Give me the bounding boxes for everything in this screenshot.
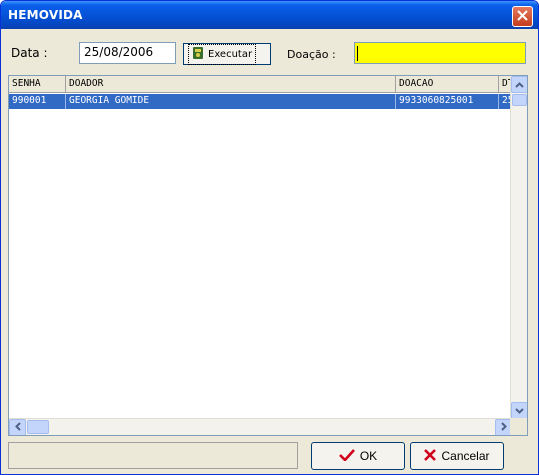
horizontal-scroll-thumb[interactable] — [27, 420, 49, 434]
date-label: Data : — [11, 46, 48, 60]
status-bar — [8, 442, 298, 469]
text-cursor — [357, 46, 358, 61]
title-bar[interactable]: HEMOVIDA — [1, 1, 538, 29]
scroll-up-button[interactable] — [511, 76, 527, 93]
grid-header: SENHA DOADOR DOACAO DT — [9, 76, 516, 93]
ok-button[interactable]: OK — [311, 442, 405, 470]
cancel-label: Cancelar — [441, 449, 490, 463]
chevron-down-icon — [515, 404, 524, 417]
cell-doacao: 9933060825001 — [396, 94, 499, 109]
vertical-scrollbar[interactable] — [510, 76, 527, 419]
scrollbar-corner — [510, 418, 527, 435]
horizontal-scrollbar[interactable] — [9, 418, 512, 435]
cell-senha: 990001 — [9, 94, 66, 109]
doacao-label: Doação : — [287, 48, 336, 61]
execute-label: Executar — [208, 48, 253, 60]
doacao-field[interactable] — [354, 42, 526, 64]
donor-grid[interactable]: SENHA DOADOR DOACAO DT 990001 GEORGIA GO… — [8, 75, 528, 436]
column-header-doacao[interactable]: DOACAO — [396, 76, 499, 93]
window-title: HEMOVIDA — [8, 8, 83, 22]
column-header-doador[interactable]: DOADOR — [66, 76, 396, 93]
chevron-left-icon — [14, 421, 21, 434]
close-icon — [517, 9, 528, 24]
scroll-down-button[interactable] — [511, 402, 527, 419]
execute-icon — [191, 46, 205, 63]
chevron-up-icon — [515, 78, 524, 91]
chevron-right-icon — [500, 421, 507, 434]
hemovida-window: HEMOVIDA Data : 25/08/2006 Executar Doaç… — [0, 0, 539, 475]
ok-label: OK — [359, 449, 378, 463]
close-button[interactable] — [512, 6, 533, 27]
cell-doador: GEORGIA GOMIDE — [66, 94, 396, 109]
execute-button-focus: Executar — [188, 43, 257, 65]
vertical-scroll-thumb[interactable] — [512, 94, 527, 106]
cancel-x-icon — [424, 448, 437, 464]
checkmark-icon — [338, 448, 355, 464]
date-field[interactable]: 25/08/2006 — [79, 42, 176, 64]
column-header-senha[interactable]: SENHA — [9, 76, 66, 93]
execute-button[interactable]: Executar — [183, 43, 271, 65]
scroll-left-button[interactable] — [9, 419, 26, 435]
cancel-button[interactable]: Cancelar — [410, 442, 504, 470]
table-row[interactable]: 990001 GEORGIA GOMIDE 9933060825001 25 — [9, 94, 516, 109]
